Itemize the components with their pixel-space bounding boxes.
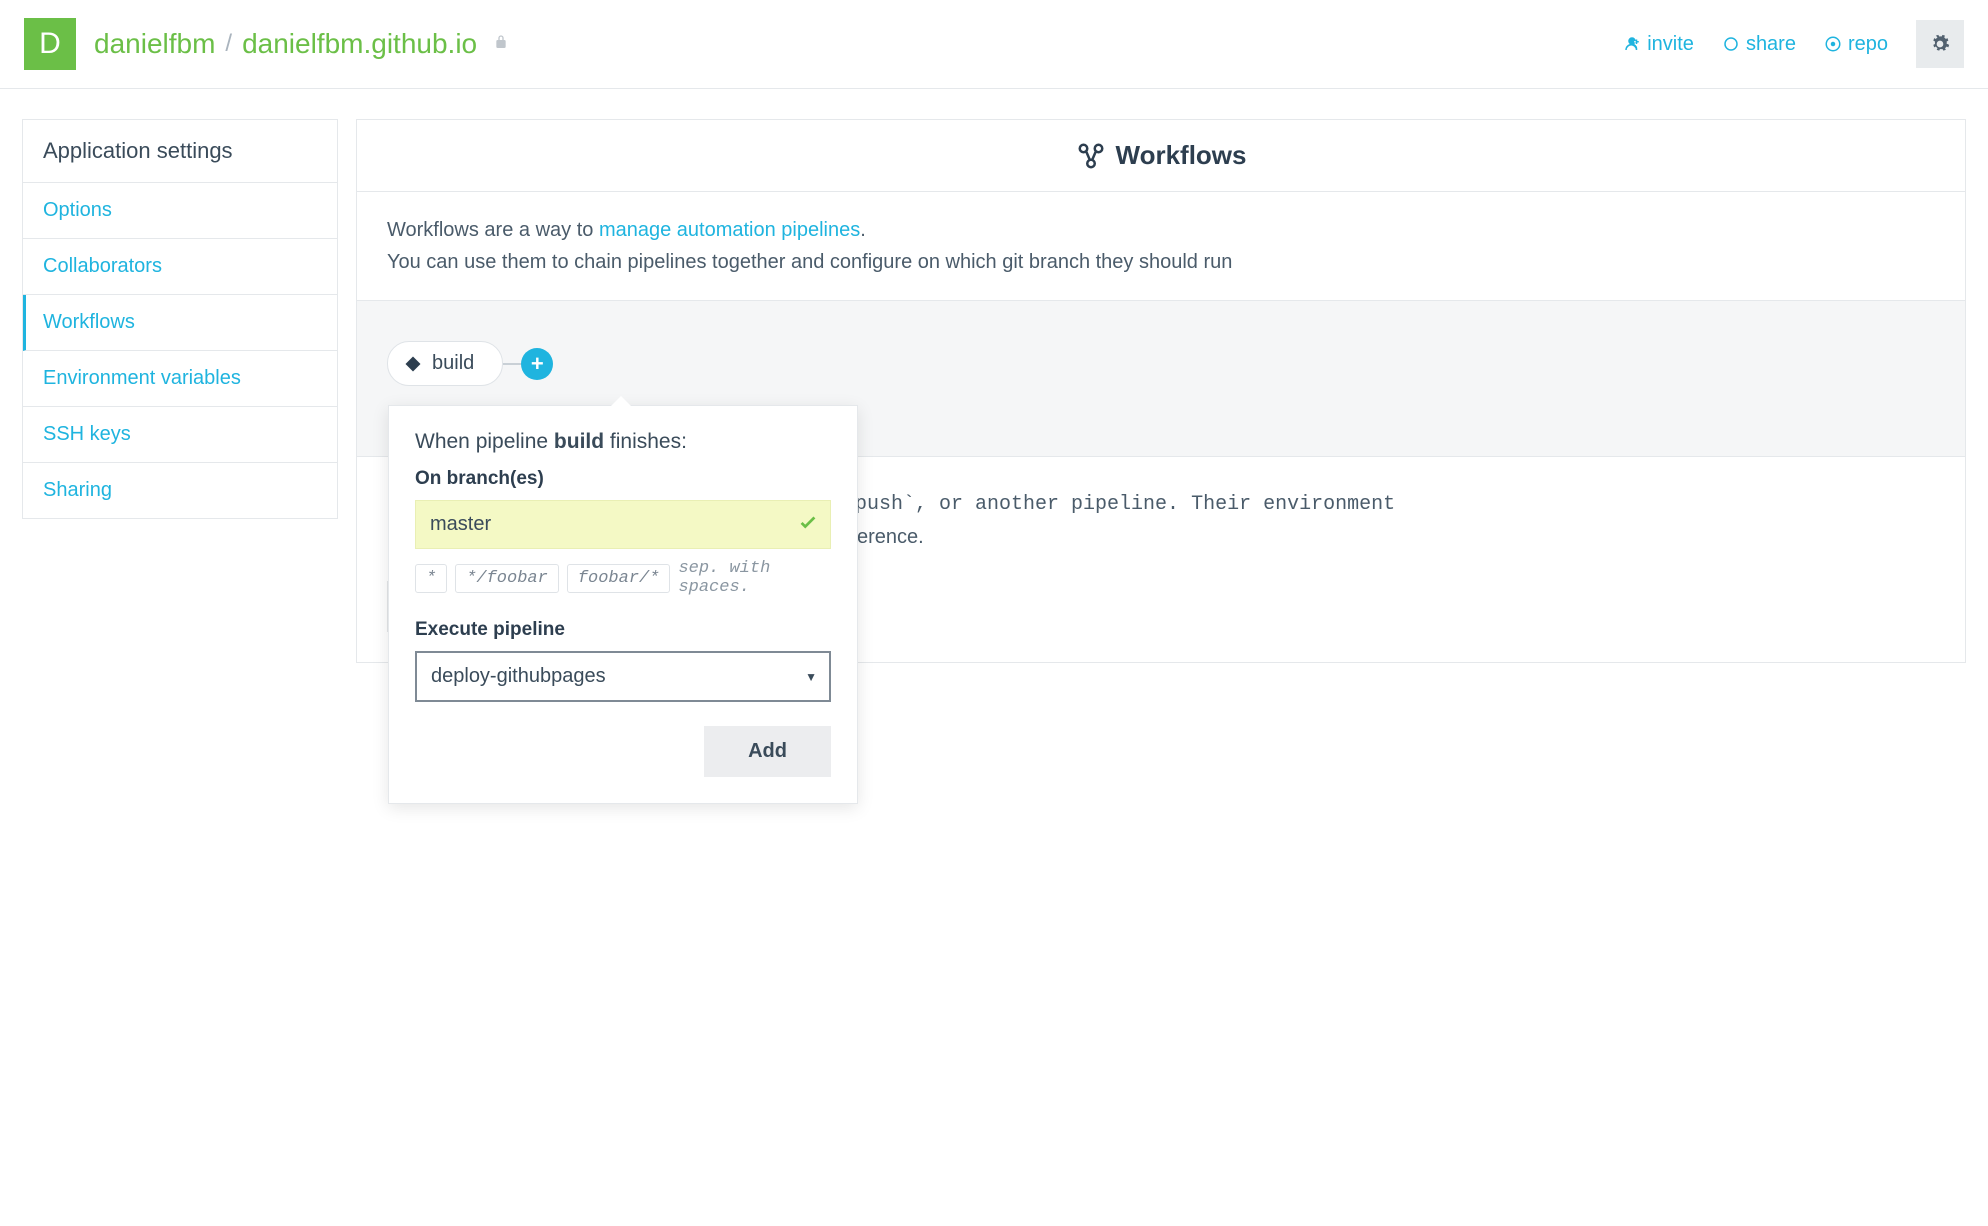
workflow-icon [1076, 141, 1106, 171]
sidebar: Application settings Options Collaborato… [22, 119, 338, 519]
sidebar-item-options[interactable]: Options [23, 183, 337, 239]
pipeline-node-build[interactable]: build [387, 341, 503, 386]
pipeline-name: build [432, 352, 474, 375]
branch-hints: * */foobar foobar/* sep. with spaces. [415, 559, 831, 597]
circle-icon [1722, 35, 1740, 53]
main-content: Workflows Workflows are a way to manage … [356, 119, 1966, 683]
user-plus-icon [1623, 35, 1641, 53]
branch-label: On branch(es) [415, 468, 831, 490]
hint-chip: * [415, 564, 447, 593]
panel-title: Workflows [1116, 140, 1247, 171]
add-step-popover: When pipeline build finishes: On branch(… [388, 405, 858, 804]
panel-header: Workflows [357, 120, 1965, 192]
execute-pipeline-select[interactable]: deploy-githubpages [415, 651, 831, 702]
invite-label: invite [1647, 33, 1694, 56]
add-button[interactable]: Add [704, 726, 831, 777]
panel-description: Workflows are a way to manage automation… [357, 192, 1965, 301]
gear-icon [1930, 34, 1950, 54]
breadcrumb-separator: / [225, 30, 232, 58]
lock-icon [493, 34, 509, 55]
hint-chip: */foobar [455, 564, 559, 593]
sidebar-item-sharing[interactable]: Sharing [23, 463, 337, 518]
execute-label: Execute pipeline [415, 619, 831, 641]
hint-chip: foobar/* [567, 564, 671, 593]
breadcrumb: danielfbm / danielfbm.github.io [94, 28, 509, 60]
breadcrumb-owner[interactable]: danielfbm [94, 28, 215, 60]
hint-separator-text: sep. with spaces. [678, 559, 831, 597]
sidebar-item-collaborators[interactable]: Collaborators [23, 239, 337, 295]
settings-button[interactable] [1916, 20, 1964, 68]
sidebar-item-environment-variables[interactable]: Environment variables [23, 351, 337, 407]
repo-link[interactable]: repo [1824, 33, 1888, 56]
plus-icon: + [531, 351, 544, 377]
sidebar-title: Application settings [23, 120, 337, 183]
sidebar-item-ssh-keys[interactable]: SSH keys [23, 407, 337, 463]
target-icon [1824, 35, 1842, 53]
diamond-icon [404, 355, 422, 373]
branch-input[interactable] [415, 500, 831, 549]
repo-label: repo [1848, 33, 1888, 56]
connector-line [503, 363, 521, 365]
manage-pipelines-link[interactable]: manage automation pipelines [599, 219, 860, 241]
sidebar-item-workflows[interactable]: Workflows [23, 295, 337, 351]
invite-link[interactable]: invite [1623, 33, 1694, 56]
breadcrumb-repo[interactable]: danielfbm.github.io [242, 28, 477, 60]
share-label: share [1746, 33, 1796, 56]
avatar: D [24, 18, 76, 70]
popover-title: When pipeline build finishes: [415, 430, 831, 454]
check-icon [797, 511, 819, 539]
add-pipeline-step-button[interactable]: + [521, 348, 553, 380]
share-link[interactable]: share [1722, 33, 1796, 56]
